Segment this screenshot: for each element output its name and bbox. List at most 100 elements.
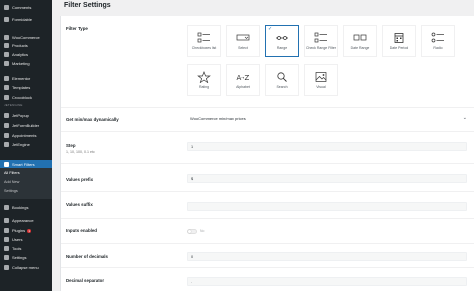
sidebar-item-comments[interactable]: Comments [0,3,52,12]
minmax-row: Get min/max dynamically WooCommerce min/… [61,108,474,132]
sidebar-item-products[interactable]: Products [0,41,52,50]
decimals-row: Number of decimals 0 [61,244,474,268]
suffix-input[interactable] [187,202,467,211]
sidebar-item-settings[interactable]: Settings [0,253,52,262]
smart-filters-icon [3,162,9,168]
filter-type-tile-label: Radio [433,46,443,50]
sidebar-item-label: WooCommerce [12,35,40,40]
sidebar-item-appearance[interactable]: Appearance [0,216,52,225]
jetformbuilder-icon [3,123,9,129]
filter-type-tile-rating[interactable]: Rating [187,64,221,96]
sidebar-item-marketing[interactable]: Marketing [0,59,52,68]
submenu-item[interactable]: All Filters [4,171,20,175]
radio-icon [431,32,445,44]
main-content: Filter Settings Filter Type Checkboxes l… [52,0,474,291]
filter-type-tile-label: Select [238,46,248,50]
jetpopup-icon [3,113,9,119]
checkboxes-list-icon [197,32,211,44]
sidebar-item-formidable[interactable]: Formidable [0,15,52,24]
filter-type-tile-range[interactable]: ✓ Range [265,25,299,57]
filter-type-tile-label: Search [276,85,288,89]
sidebar-item-tools[interactable]: Tools [0,244,52,253]
sidebar-item-label: JetEngine [12,142,30,147]
step-row: Step 1, 10, 100, 0.1 etc 1 [61,132,474,164]
submenu-item[interactable]: Settings [4,189,18,193]
filter-type-tile-label: Visual [316,85,326,89]
visual-icon [314,71,328,83]
filter-type-row: Filter Type Checkboxes list Select ✓ Range C… [61,16,474,108]
filter-type-tile-date-range[interactable]: Date Range [343,25,377,57]
sidebar-section-label: JETENGINE [4,103,23,107]
filter-type-tile-radio[interactable]: Radio [421,25,455,57]
products-icon [3,43,9,49]
alphabet-icon: A → Z [236,71,250,83]
sidebar-item-label: Crocoblock [12,95,33,100]
minmax-select[interactable]: WooCommerce min/max prices ⌄ [187,114,469,123]
admin-sidebar: Comments Formidable WooCommerce Products Ana… [0,0,52,291]
chevron-down-icon: ⌄ [462,115,467,121]
sidebar-item-label: Comments [12,5,32,10]
sidebar-item-label: Tools [12,246,22,251]
submenu-item[interactable]: Add New [4,180,19,184]
sidebar-item-label: Products [12,43,28,48]
sidebar-item-label: Elementor [12,76,31,81]
step-label: Step [66,143,76,148]
filter-type-tile-alphabet[interactable]: A → Z Alphabet [226,64,260,96]
check-range-icon [314,32,328,44]
filter-type-tile-checkboxes-list[interactable]: Checkboxes list [187,25,221,57]
sidebar-item-jetformbuilder[interactable]: JetFormBuilder [0,121,52,130]
sidebar-item-bookings[interactable]: Bookings [0,203,52,212]
elementor-icon [3,76,9,82]
rating-icon [197,71,211,83]
minmax-label: Get min/max dynamically [66,117,119,122]
decimals-input[interactable]: 0 [187,252,467,261]
templates-icon [3,85,9,91]
filter-type-tile-label: Checkboxes list [191,46,217,50]
filter-type-tile-visual[interactable]: Visual [304,64,338,96]
inputs-enabled-toggle[interactable] [187,229,197,234]
sidebar-item-jetpopup[interactable]: JetPopup [0,111,52,120]
appointments-icon [3,133,9,139]
filter-type-tile-label: Check Range Filter [306,46,336,50]
marketing-icon [3,61,9,67]
tools-icon [3,246,9,252]
select-icon [236,32,250,44]
sidebar-item-templates[interactable]: Templates [0,83,52,92]
plugins-icon [3,228,9,234]
sidebar-item-label: Appearance [12,218,34,223]
users-icon [3,237,9,243]
date-range-icon [353,32,367,44]
bookings-icon [3,205,9,211]
filter-type-label: Filter Type [66,26,88,31]
inputs-enabled-label: Inputs enabled [66,228,97,233]
decimal-separator-input[interactable]: . [187,277,467,286]
filter-type-tile-search[interactable]: Search [265,64,299,96]
filter-type-tile-label: Date Period [389,46,409,50]
smart-filters-submenu: All Filters Add New Settings [0,168,52,199]
sidebar-item-plugins[interactable]: Plugins 1 [0,226,52,235]
filter-type-tile-label: Alphabet [236,85,250,89]
filter-type-tile-select[interactable]: Select [226,25,260,57]
filter-type-tile-check-range[interactable]: Check Range Filter [304,25,338,57]
decimals-label: Number of decimals [66,254,108,259]
filter-type-tile-date-period[interactable]: Date Period [382,25,416,57]
decimal-separator-row: Decimal separator . [61,268,474,291]
sidebar-item-collapse[interactable]: Collapse menu [0,263,52,272]
step-input[interactable]: 1 [187,142,467,151]
sidebar-item-elementor[interactable]: Elementor [0,74,52,83]
sidebar-item-jetengine[interactable]: JetEngine [0,140,52,149]
sidebar-item-analytics[interactable]: Analytics [0,50,52,59]
sidebar-item-crocoblock[interactable]: Crocoblock [0,93,52,102]
sidebar-item-label: Templates [12,85,31,90]
formidable-icon [3,17,9,23]
prefix-input[interactable]: $ [187,174,467,183]
range-icon [275,32,289,44]
minmax-select-value: WooCommerce min/max prices [190,116,246,121]
sidebar-item-label: Collapse menu [12,265,39,270]
sidebar-item-appointments[interactable]: Appointments [0,131,52,140]
sidebar-item-label: Smart Filters [12,162,35,167]
jetengine-icon [3,142,9,148]
svg-text:Z: Z [245,74,250,82]
sidebar-item-users[interactable]: Users [0,235,52,244]
step-description: 1, 10, 100, 0.1 etc [66,150,95,154]
